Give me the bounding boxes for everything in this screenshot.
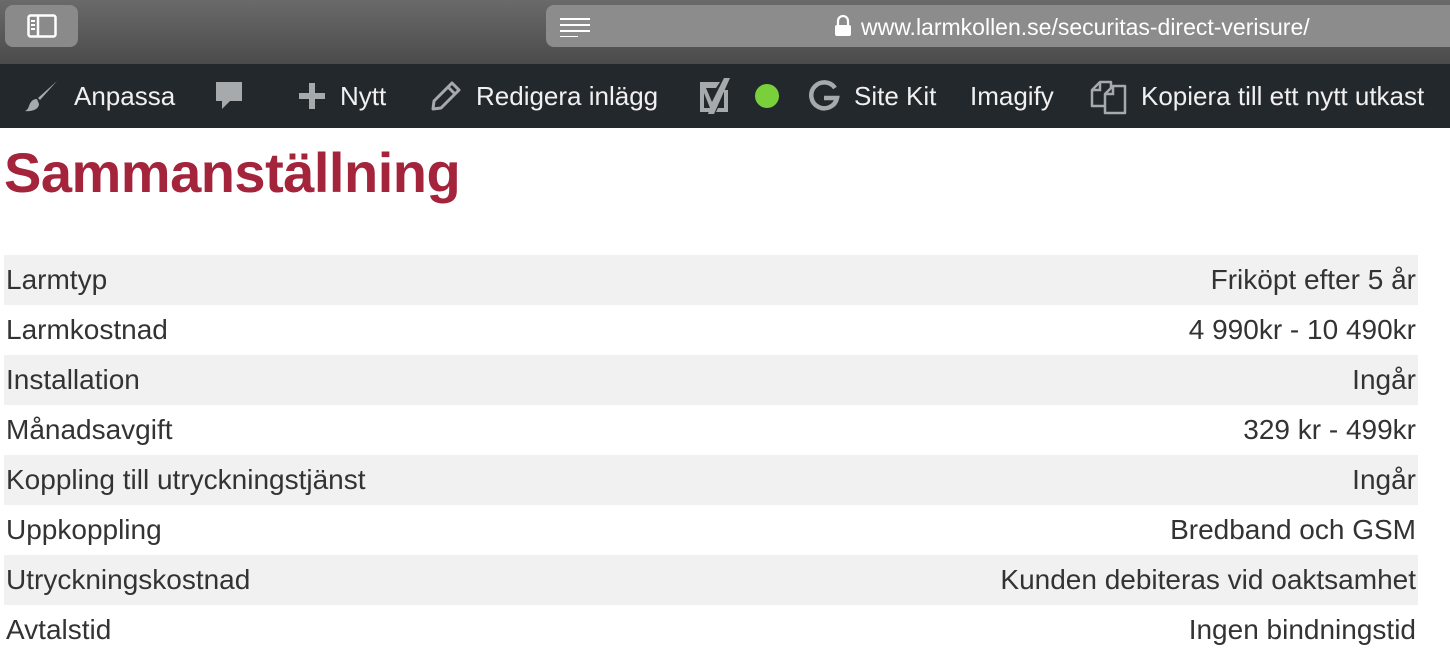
row-value: Kunden debiteras vid oaktsamhet — [1000, 564, 1416, 595]
copy-icon — [1090, 80, 1127, 115]
lock-icon — [835, 15, 851, 36]
summary-table: Larmtyp Friköpt efter 5 år Larmkostnad 4 99… — [4, 255, 1418, 655]
admin-bar-new-label: Nytt — [340, 80, 387, 111]
table-row: Installation Ingår — [4, 355, 1418, 405]
admin-bar-imagify[interactable]: Imagify — [970, 64, 1054, 128]
table-row: Larmkostnad 4 990kr - 10 490kr — [4, 305, 1418, 355]
row-label: Koppling till utryckningstjänst — [6, 464, 366, 495]
table-row: Månadsavgift 329 kr - 499kr — [4, 405, 1418, 455]
google-g-icon — [809, 80, 840, 111]
table-row: Utryckningskostnad Kunden debiteras vid o… — [4, 555, 1418, 605]
admin-bar-new[interactable]: Nytt — [298, 64, 386, 128]
table-row: Uppkoppling Bredband och GSM — [4, 505, 1418, 555]
pencil-icon — [431, 81, 461, 111]
admin-bar-comments[interactable] — [213, 64, 245, 128]
table-row: Larmtyp Friköpt efter 5 år — [4, 255, 1418, 305]
row-label: Avtalstid — [6, 614, 112, 645]
row-label: Uppkoppling — [6, 514, 162, 545]
address-bar[interactable]: www.larmkollen.se/securitas-direct-veris… — [546, 5, 1450, 47]
row-value: Ingår — [1352, 364, 1416, 395]
url-text[interactable]: www.larmkollen.se/securitas-direct-veris… — [861, 5, 1310, 47]
plus-icon — [299, 83, 325, 109]
sidebar-toggle-button[interactable] — [5, 5, 78, 47]
admin-bar-site-kit[interactable]: Site Kit — [808, 64, 936, 128]
reader-mode-icon[interactable] — [560, 17, 590, 37]
wp-admin-bar: Anpassa Nytt Redigera inlägg Site Kit Im… — [0, 64, 1450, 128]
row-label: Månadsavgift — [6, 414, 173, 445]
row-value: 4 990kr - 10 490kr — [1188, 314, 1416, 345]
row-value: Bredband och GSM — [1170, 514, 1416, 545]
admin-bar-yoast[interactable] — [696, 64, 732, 128]
admin-bar-edit-post-label: Redigera inlägg — [476, 80, 659, 111]
row-label: Larmtyp — [6, 264, 108, 295]
page-title: Sammanställning — [4, 141, 461, 204]
admin-bar-copy-draft-label: Kopiera till ett nytt utkast — [1141, 80, 1425, 111]
table-row: Avtalstid Ingen bindningstid — [4, 605, 1418, 655]
row-value: 329 kr - 499kr — [1243, 414, 1416, 445]
admin-bar-imagify-label: Imagify — [970, 80, 1054, 111]
row-label: Larmkostnad — [6, 314, 168, 345]
row-value: Ingen bindningstid — [1188, 614, 1416, 645]
paintbrush-icon — [25, 81, 57, 112]
comment-bubble-icon — [216, 82, 242, 109]
sidebar-icon — [26, 14, 57, 38]
table-row: Koppling till utryckningstjänst Ingår — [4, 455, 1418, 505]
row-value: Ingår — [1352, 464, 1416, 495]
admin-bar-edit-post[interactable]: Redigera inlägg — [430, 64, 658, 128]
admin-bar-site-kit-label: Site Kit — [854, 80, 937, 111]
admin-bar-copy-draft[interactable]: Kopiera till ett nytt utkast — [1089, 64, 1424, 128]
admin-bar-seo-status[interactable] — [755, 64, 779, 128]
row-label: Installation — [6, 364, 140, 395]
status-dot-icon — [755, 84, 779, 108]
admin-bar-customize[interactable]: Anpassa — [24, 64, 175, 128]
browser-toolbar: www.larmkollen.se/securitas-direct-veris… — [0, 0, 1450, 64]
row-label: Utryckningskostnad — [6, 564, 251, 595]
admin-bar-customize-label: Anpassa — [74, 80, 176, 111]
yoast-icon — [700, 78, 730, 114]
row-value: Friköpt efter 5 år — [1210, 264, 1416, 295]
